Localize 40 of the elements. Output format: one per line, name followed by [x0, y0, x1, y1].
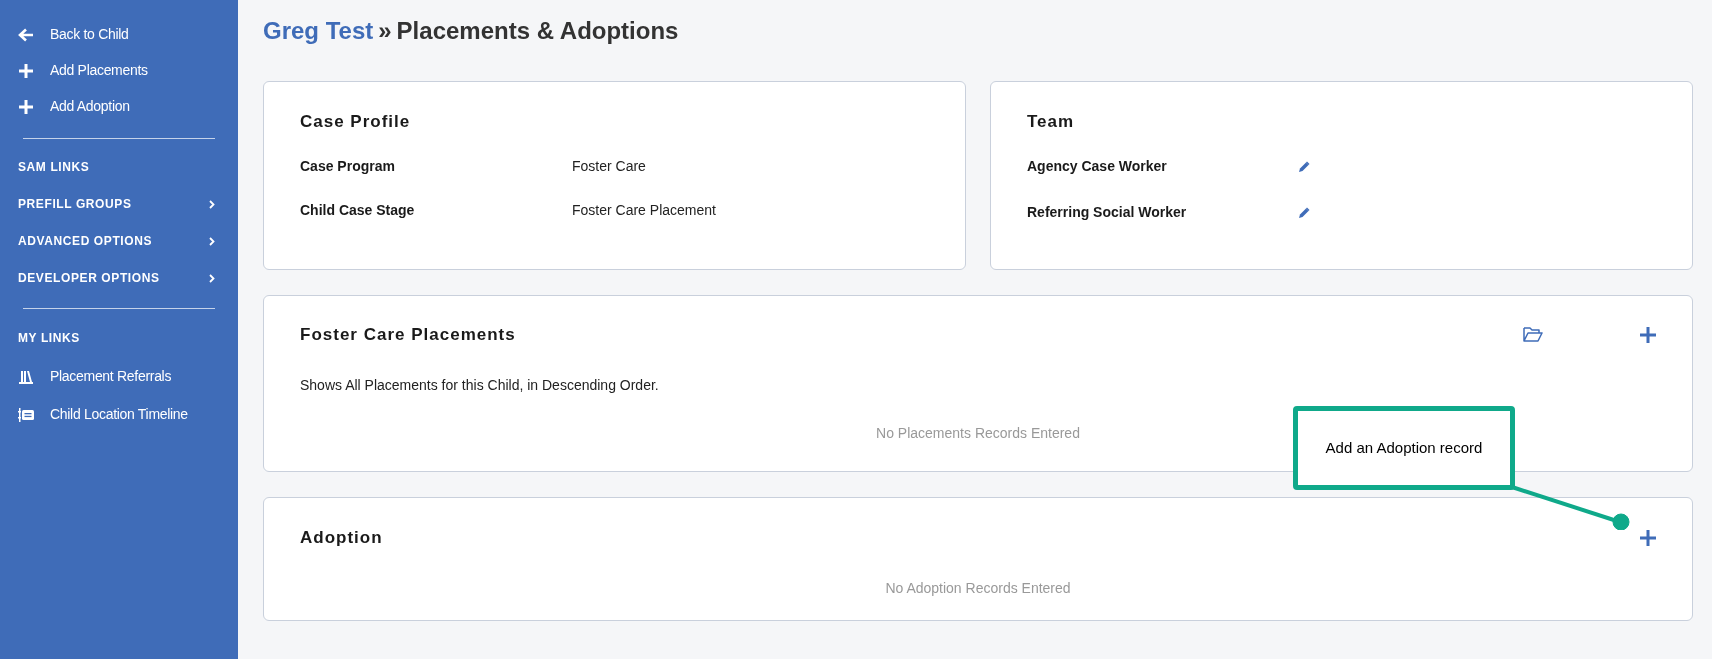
- field-label: Child Case Stage: [300, 200, 416, 220]
- folder-icon[interactable]: [1523, 327, 1543, 343]
- field-label: Agency Case Worker: [1027, 156, 1168, 176]
- sidebar-link[interactable]: Add Placements: [18, 60, 220, 81]
- sidebar-heading: SAM LINKS: [18, 159, 91, 176]
- chevron-right-icon: [209, 199, 215, 209]
- sidebar-menu-item[interactable]: ADVANCED OPTIONS: [18, 232, 220, 250]
- breadcrumb-separator: »: [378, 17, 392, 44]
- sidebar-heading: MY LINKS: [18, 330, 81, 347]
- plus-icon[interactable]: [1640, 326, 1656, 343]
- card-title: Case Profile: [300, 111, 412, 133]
- sidebar-menu-item[interactable]: DEVELOPER OPTIONS: [18, 269, 220, 287]
- page-title: Placements & Adoptions: [396, 17, 679, 44]
- arrow-left-icon: [18, 27, 34, 42]
- chevron-right-icon: [209, 273, 215, 283]
- books-icon: [19, 369, 33, 384]
- field-label: Referring Social Worker: [1027, 202, 1188, 222]
- card-description: Shows All Placements for this Child, in Descending Order.: [300, 375, 660, 395]
- field-value: Foster Care: [572, 156, 647, 176]
- sidebar-link[interactable]: Placement Referrals: [18, 366, 220, 387]
- empty-message: No Placements Records Entered: [875, 423, 1081, 443]
- plus-icon: [19, 99, 33, 114]
- field-value: Foster Care Placement: [572, 200, 717, 220]
- plus-icon[interactable]: [1640, 529, 1656, 546]
- field-label: Case Program: [300, 156, 396, 176]
- callout-box: Add an Adoption record: [1293, 406, 1515, 490]
- sidebar-link[interactable]: Add Adoption: [18, 96, 220, 117]
- plus-icon: [19, 63, 33, 78]
- pencil-icon[interactable]: [1299, 206, 1310, 218]
- timeline-icon: [18, 407, 34, 422]
- child-name-link[interactable]: Greg Test: [263, 17, 374, 44]
- card-title: Team: [1027, 111, 1076, 133]
- sidebar-menu-item[interactable]: PREFILL GROUPS: [18, 195, 220, 213]
- card-title: Adoption: [300, 527, 383, 549]
- sidebar-link[interactable]: Back to Child: [18, 24, 220, 45]
- sidebar-link[interactable]: Child Location Timeline: [18, 404, 220, 425]
- chevron-right-icon: [209, 236, 215, 246]
- empty-message: No Adoption Records Entered: [884, 578, 1072, 598]
- pencil-icon[interactable]: [1299, 160, 1310, 172]
- card-title: Foster Care Placements: [300, 324, 516, 346]
